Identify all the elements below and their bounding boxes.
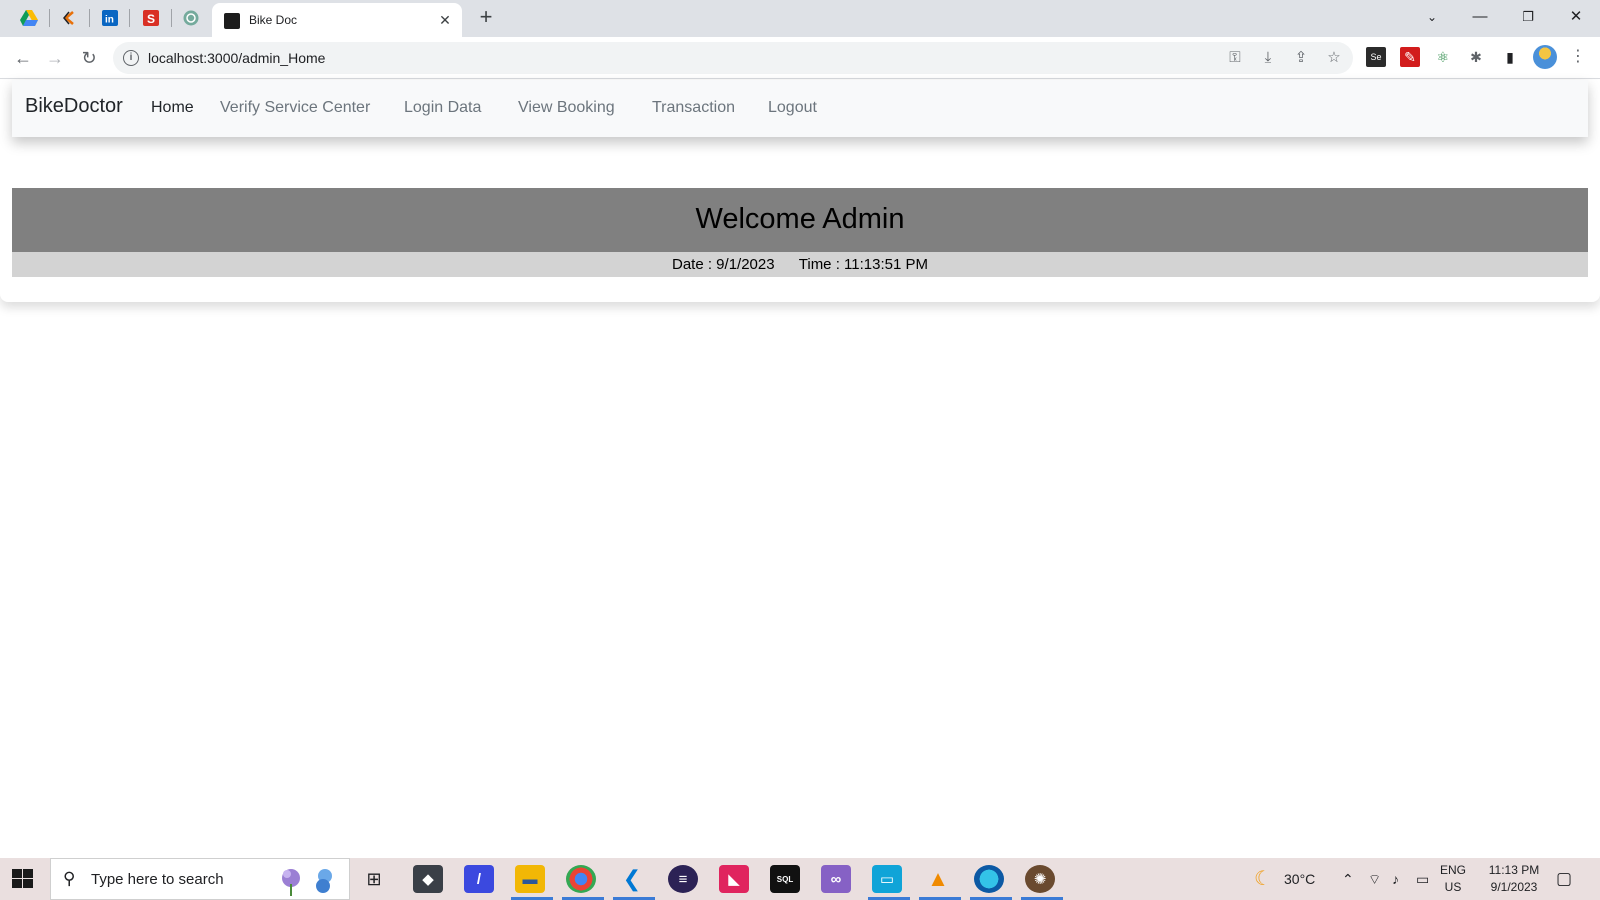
extensions-puzzle-icon[interactable]: ✱ xyxy=(1466,47,1486,67)
forward-arrow-icon[interactable]: → xyxy=(42,45,68,71)
react-devtools-icon[interactable]: ⚛ xyxy=(1433,47,1453,67)
chatgpt-icon[interactable] xyxy=(178,7,204,29)
notification-center-icon[interactable]: ▢ xyxy=(1556,858,1572,900)
welcome-heading: Welcome Admin xyxy=(695,203,905,235)
search-placeholder[interactable]: Type here to search xyxy=(91,871,224,888)
clock-time: 11:13 PM xyxy=(1488,863,1540,877)
tray-chevron-up-icon[interactable]: ⌃ xyxy=(1342,858,1354,900)
browser-toolbar: ← → ↻ i localhost:3000/admin_Home ⚿ ⤓ ⇪ … xyxy=(0,37,1600,79)
brand-logo-text[interactable]: BikeDoctor xyxy=(25,95,123,118)
s-app-icon[interactable]: S xyxy=(138,7,164,29)
address-bar[interactable]: i localhost:3000/admin_Home ⚿ ⤓ ⇪ ☆ xyxy=(113,42,1353,74)
page-content: BikeDoctor Home Verify Service Center Lo… xyxy=(0,80,1600,857)
site-navbar: BikeDoctor Home Verify Service Center Lo… xyxy=(12,80,1588,137)
wifi-icon[interactable]: ⌔ xyxy=(1368,858,1381,900)
weather-temperature[interactable]: 30°C xyxy=(1284,858,1315,900)
volume-icon[interactable]: ♪ xyxy=(1392,858,1399,900)
svg-text:S: S xyxy=(147,12,155,26)
battery-icon[interactable]: ▭ xyxy=(1416,858,1429,900)
share-icon[interactable]: ⇪ xyxy=(1291,48,1311,68)
date-text: Date : 9/1/2023 xyxy=(672,256,775,273)
weather-moon-icon[interactable]: ☾ xyxy=(1254,858,1272,900)
restore-button[interactable]: ❐ xyxy=(1508,4,1548,30)
nav-link-verify-service-center[interactable]: Verify Service Center xyxy=(220,99,370,117)
nav-link-login-data[interactable]: Login Data xyxy=(404,99,481,117)
app-pink-icon[interactable]: ◣ xyxy=(719,865,749,893)
tab-bike-doc[interactable]: Bike Doc ✕ xyxy=(212,3,462,37)
tab-title: Bike Doc xyxy=(249,13,298,27)
selenium-extension-icon[interactable]: Se xyxy=(1366,47,1386,67)
mysql-terminal-icon[interactable]: SQL xyxy=(770,865,800,893)
date-time-bar: Date : 9/1/2023 Time : 11:13:51 PM xyxy=(12,252,1588,277)
nav-link-home[interactable]: Home xyxy=(151,99,194,117)
bookmark-star-icon[interactable]: ☆ xyxy=(1324,48,1344,68)
cloud-app-icon[interactable] xyxy=(56,7,82,29)
close-tab-icon[interactable]: ✕ xyxy=(436,11,454,29)
profile-avatar[interactable] xyxy=(1533,45,1557,69)
app-badge-icon[interactable]: ✺ xyxy=(1025,865,1055,893)
url-text[interactable]: localhost:3000/admin_Home xyxy=(148,50,325,66)
new-tab-button[interactable]: + xyxy=(474,6,498,30)
pdf-extension-icon[interactable]: ✎ xyxy=(1400,47,1420,67)
clock-date: 9/1/2023 xyxy=(1490,880,1538,894)
language-code: ENG xyxy=(1440,863,1467,877)
language-indicator[interactable]: ENG US xyxy=(1440,862,1466,896)
google-drive-icon[interactable] xyxy=(16,7,42,29)
nav-link-view-booking[interactable]: View Booking xyxy=(518,99,615,117)
windows-taskbar: ⚲ Type here to search ⊞ ◆ / ▬ ❮ ≡ ◣ SQL … xyxy=(0,858,1600,900)
back-arrow-icon[interactable]: ← xyxy=(10,45,36,71)
app-hyper-icon[interactable]: / xyxy=(464,865,494,893)
search-highlight-flowers-icon xyxy=(282,869,332,896)
welcome-banner: Welcome Admin xyxy=(12,188,1588,252)
edge-icon[interactable] xyxy=(974,865,1004,893)
tab-separator xyxy=(129,9,130,27)
taskbar-clock[interactable]: 11:13 PM 9/1/2023 xyxy=(1470,862,1558,896)
app-cube-icon[interactable]: ◆ xyxy=(413,865,443,893)
svg-text:in: in xyxy=(105,15,114,26)
key-icon[interactable]: ⚿ xyxy=(1225,48,1245,68)
visual-studio-icon[interactable]: ∞ xyxy=(821,865,851,893)
vscode-icon[interactable]: ❮ xyxy=(617,865,647,893)
windows-start-icon[interactable] xyxy=(12,869,34,889)
task-view-icon[interactable]: ⊞ xyxy=(359,865,389,893)
taskbar-search-box[interactable]: ⚲ Type here to search xyxy=(50,858,350,900)
vlc-icon[interactable]: ▲ xyxy=(923,865,953,893)
site-info-icon[interactable]: i xyxy=(123,50,139,66)
search-icon: ⚲ xyxy=(63,869,76,888)
browser-menu-icon[interactable]: ⋮ xyxy=(1568,47,1588,67)
tab-strip: in S Bike Doc ✕ + ⌄ — ❐ ✕ xyxy=(0,0,1600,37)
close-window-button[interactable]: ✕ xyxy=(1556,4,1596,30)
tab-separator xyxy=(89,9,90,27)
region-code: US xyxy=(1444,880,1462,894)
nav-link-logout[interactable]: Logout xyxy=(768,99,817,117)
tab-separator xyxy=(171,9,172,27)
linkedin-icon[interactable]: in xyxy=(97,7,123,29)
side-panel-icon[interactable]: ▮ xyxy=(1500,47,1520,67)
chrome-icon[interactable] xyxy=(566,865,596,893)
eclipse-icon[interactable]: ≡ xyxy=(668,865,698,893)
nav-link-transaction[interactable]: Transaction xyxy=(652,99,735,117)
time-text: Time : 11:13:51 PM xyxy=(798,256,928,273)
tab-search-chevron-icon[interactable]: ⌄ xyxy=(1412,4,1452,30)
file-explorer-icon[interactable]: ▬ xyxy=(515,865,545,893)
minimize-button[interactable]: — xyxy=(1460,4,1500,30)
install-icon[interactable]: ⤓ xyxy=(1258,48,1278,68)
remote-desktop-icon[interactable]: ▭ xyxy=(872,865,902,893)
admin-home-card: BikeDoctor Home Verify Service Center Lo… xyxy=(0,80,1600,302)
tab-separator xyxy=(49,9,50,27)
reload-icon[interactable]: ↻ xyxy=(76,45,102,71)
site-favicon-icon xyxy=(224,13,240,29)
